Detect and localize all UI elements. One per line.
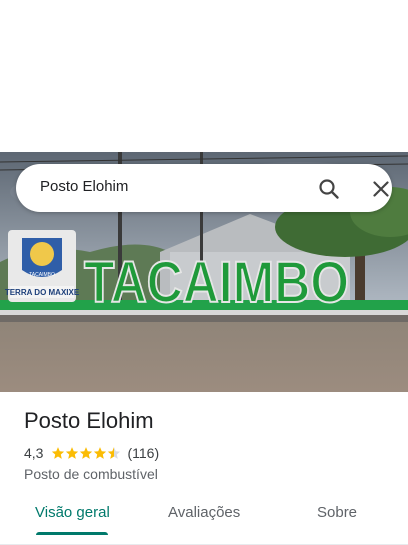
search-bar[interactable]: Posto Elohim [16,164,392,212]
star-icon [80,447,93,459]
crest-seal-text: TACAIMBO [29,272,55,278]
tab-reviews[interactable]: Avaliações [168,504,240,521]
place-title: Posto Elohim [24,408,154,433]
search-icon[interactable] [316,176,342,202]
star-icon [66,447,79,459]
place-category[interactable]: Posto de combustível [24,466,158,482]
crest-text: TERRA DO MAXIXE [5,288,80,297]
active-tab-indicator [36,532,108,535]
crest-sign: TERRA DO MAXIXE TACAIMBO [5,230,80,302]
tab-overview[interactable]: Visão geral [35,504,110,521]
tab-bar: Visão geral Avaliações Sobre [0,490,408,545]
review-count[interactable]: (116) [127,445,159,461]
rating-stars [51,446,121,460]
star-icon [94,447,107,459]
rating-value: 4,3 [24,445,44,461]
sign-letters: TACAIMBO [84,250,349,315]
tab-about[interactable]: Sobre [317,504,357,521]
close-icon[interactable] [368,176,394,202]
star-icon [52,447,65,459]
rating-row[interactable]: 4,3 (116) [24,444,159,462]
half-star-icon [108,447,121,459]
search-input[interactable]: Posto Elohim [40,178,128,195]
